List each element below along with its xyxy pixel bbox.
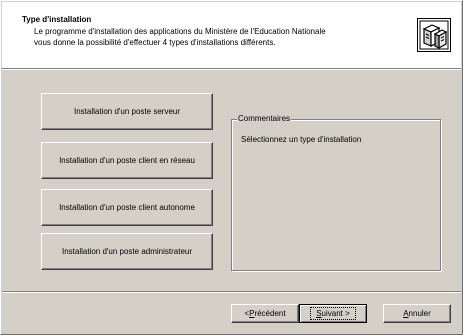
install-network-client-button[interactable]: Installation d'un poste client en réseau [41,142,213,179]
header-description-line-2: vous donne la possibilité d'effectuer 4 … [34,38,276,47]
comments-text: Sélectionnez un type d'installation [241,135,362,144]
footer-separator [2,291,461,293]
header-description-line-1: Le programme d'installation des applicat… [34,27,326,36]
comments-legend: Commentaires [237,114,292,123]
installer-dialog: Type d'installation Le programme d'insta… [0,0,463,335]
header-panel: Type d'installation Le programme d'insta… [2,2,461,68]
next-button-label: uivant > [321,309,350,318]
next-button-focus: Suivant > [310,307,356,320]
install-standalone-client-button[interactable]: Installation d'un poste client autonome [41,189,213,226]
header-description: Le programme d'installation des applicat… [34,26,394,48]
header-title: Type d'installation [22,15,92,24]
install-admin-button[interactable]: Installation d'un poste administrateur [41,233,213,270]
setup-computer-icon [417,18,451,52]
cancel-button-label: nnuler [408,309,431,318]
install-server-button[interactable]: Installation d'un poste serveur [41,93,213,130]
back-button[interactable]: < Précédent [231,304,299,323]
next-button[interactable]: Suivant > [299,304,367,323]
cancel-button[interactable]: Annuler [383,304,451,323]
back-button-label: récédent [254,309,286,318]
header-separator [2,68,461,70]
